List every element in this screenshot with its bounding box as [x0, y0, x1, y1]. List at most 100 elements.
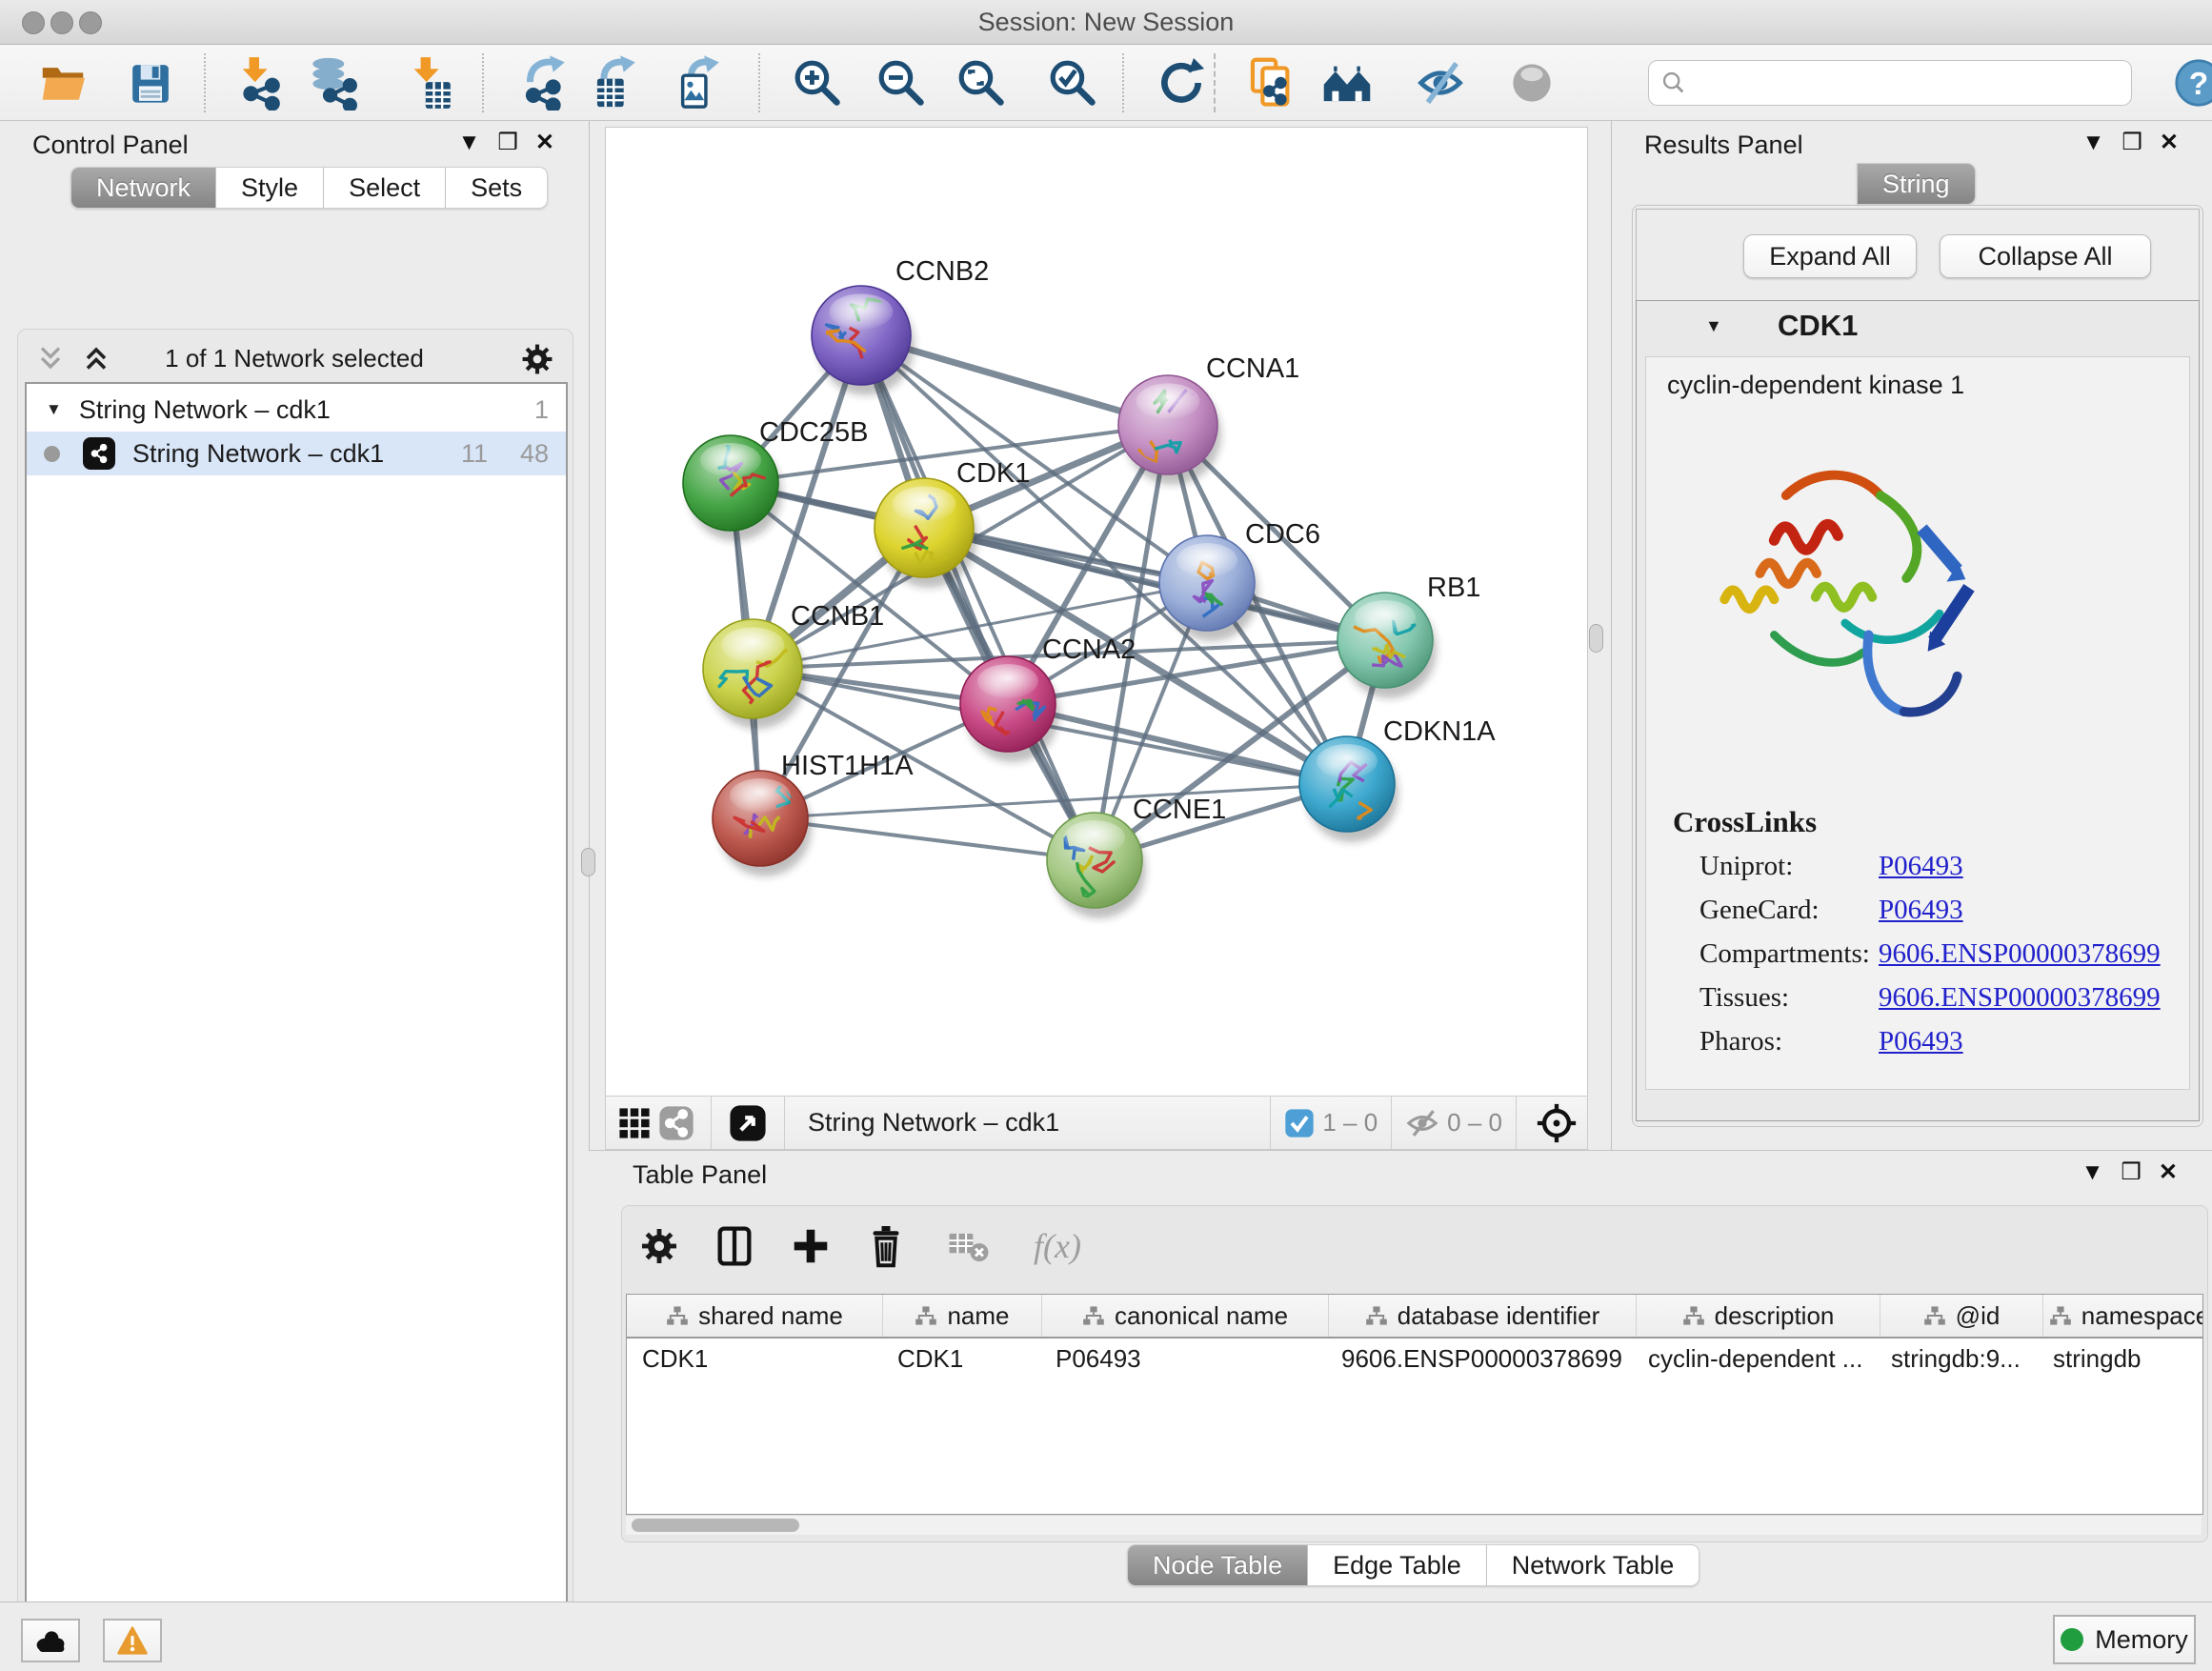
results-panel-menu-icon[interactable]: ▼: [2082, 130, 2122, 155]
column-header-name[interactable]: name: [883, 1295, 1042, 1337]
delete-table-icon[interactable]: [948, 1228, 990, 1264]
table-cell[interactable]: CDK1: [882, 1339, 1040, 1379]
network-node-CDKN1A[interactable]: [1299, 736, 1398, 842]
network-node-CCNE1[interactable]: [1047, 813, 1146, 918]
control-panel-close-icon[interactable]: ✕: [535, 130, 572, 155]
column-header-description[interactable]: description: [1637, 1295, 1880, 1337]
crosslink-link[interactable]: P06493: [1879, 1026, 1963, 1057]
expand-all-button[interactable]: Expand All: [1743, 234, 1917, 278]
column-header-database-identifier[interactable]: database identifier: [1329, 1295, 1637, 1337]
table-panel-float-icon[interactable]: ❒: [2121, 1159, 2159, 1185]
control-panel-header: Control Panel ▼❒✕: [0, 127, 589, 163]
table-panel-header: Table Panel ▼❒✕: [589, 1157, 2212, 1193]
zoom-out-icon[interactable]: [876, 55, 926, 111]
vertical-splitter-handle[interactable]: [581, 848, 595, 876]
collapse-all-button[interactable]: Collapse All: [1940, 234, 2151, 278]
refresh-icon[interactable]: [1156, 55, 1206, 111]
delete-column-trash-icon[interactable]: [866, 1223, 906, 1269]
network-collection-row[interactable]: ▼ String Network – cdk1 1: [27, 388, 566, 432]
import-table-file-icon[interactable]: [406, 55, 455, 111]
column-header--id[interactable]: @id: [1880, 1295, 2043, 1337]
network-node-CCNB2[interactable]: [812, 286, 915, 395]
tab-style[interactable]: Style: [216, 167, 324, 209]
zoom-fit-icon[interactable]: [956, 55, 1006, 111]
network-view[interactable]: CCNB2CCNA1CDC25BCDK1CDC6RB1CCNB1CCNA2CDK…: [605, 127, 1588, 1097]
control-panel-float-icon[interactable]: ❒: [497, 130, 535, 155]
fit-content-crosshair-icon[interactable]: [1530, 1096, 1583, 1151]
warning-status-button[interactable]: [103, 1619, 162, 1662]
network-node-CDC25B[interactable]: [683, 435, 782, 541]
new-network-from-selection-icon[interactable]: [1246, 55, 1296, 111]
export-table-icon[interactable]: [591, 55, 640, 111]
help-icon[interactable]: ?: [2174, 55, 2212, 111]
crosslink-link[interactable]: 9606.ENSP00000378699: [1879, 982, 2161, 1014]
cloud-status-button[interactable]: [21, 1619, 80, 1662]
hide-selected-icon[interactable]: [1416, 55, 1465, 111]
tab-select[interactable]: Select: [324, 167, 446, 209]
network-node-CDK1[interactable]: [875, 478, 977, 588]
toolbar-separator: [482, 53, 484, 112]
select-columns-icon[interactable]: [714, 1224, 755, 1268]
column-header-canonical-name[interactable]: canonical name: [1042, 1295, 1329, 1337]
network-canvas[interactable]: CCNB2CCNA1CDC25BCDK1CDC6RB1CCNB1CCNA2CDK…: [606, 128, 1587, 1096]
network-node-RB1[interactable]: [1337, 593, 1437, 698]
network-current-dot-icon: [44, 446, 60, 462]
zoom-selected-icon[interactable]: [1048, 55, 1097, 111]
grid-view-icon[interactable]: [613, 1096, 655, 1151]
table-cell[interactable]: cyclin-dependent ...: [1633, 1339, 1876, 1379]
open-session-icon[interactable]: [38, 55, 88, 111]
table-cell[interactable]: stringdb:9...: [1876, 1339, 2038, 1379]
scrollbar-thumb[interactable]: [632, 1519, 799, 1532]
tab-edge-table[interactable]: Edge Table: [1308, 1544, 1487, 1586]
import-network-file-icon[interactable]: [234, 55, 284, 111]
table-cell[interactable]: CDK1: [627, 1339, 882, 1379]
vertical-splitter-handle[interactable]: [1589, 624, 1603, 653]
collection-expander-icon[interactable]: ▼: [46, 400, 62, 419]
table-settings-gear-icon[interactable]: [639, 1226, 679, 1266]
tab-string[interactable]: String: [1857, 163, 1976, 205]
birds-eye-view-icon[interactable]: [725, 1096, 771, 1151]
table-row[interactable]: CDK1CDK1P064939606.ENSP00000378699cyclin…: [627, 1339, 2202, 1379]
table-panel-close-icon[interactable]: ✕: [2159, 1159, 2195, 1185]
save-session-icon[interactable]: [126, 55, 175, 111]
column-header-namespace[interactable]: namespace: [2043, 1295, 2203, 1337]
tab-network[interactable]: Network: [70, 167, 216, 209]
export-network-icon[interactable]: [520, 55, 570, 111]
column-header-shared-name[interactable]: shared name: [627, 1295, 883, 1337]
search-input[interactable]: [1687, 69, 2101, 97]
crosslink-link[interactable]: P06493: [1879, 895, 1963, 926]
crosslink-link[interactable]: P06493: [1879, 851, 1963, 882]
search-field[interactable]: [1648, 60, 2132, 106]
export-image-icon[interactable]: [674, 55, 724, 111]
node-section-header[interactable]: ▼ CDK1: [1637, 301, 2199, 354]
control-panel-menu-icon[interactable]: ▼: [458, 130, 498, 155]
column-header-label: name: [947, 1301, 1009, 1331]
string-style-icon[interactable]: [655, 1096, 697, 1151]
results-panel-float-icon[interactable]: ❒: [2122, 130, 2160, 155]
import-network-database-icon[interactable]: [309, 55, 358, 111]
network-node-HIST1H1A[interactable]: [713, 771, 812, 876]
table-panel-menu-icon[interactable]: ▼: [2081, 1159, 2122, 1185]
table-cell[interactable]: P06493: [1040, 1339, 1326, 1379]
node-table[interactable]: shared name name canonical namedatabase id…: [626, 1294, 2203, 1515]
table-cell[interactable]: 9606.ENSP00000378699: [1326, 1339, 1633, 1379]
table-horizontal-scrollbar[interactable]: [626, 1515, 2202, 1535]
tab-network-table[interactable]: Network Table: [1487, 1544, 1700, 1586]
network-node-CCNA2[interactable]: [960, 656, 1059, 762]
section-expander-icon[interactable]: ▼: [1705, 316, 1722, 336]
network-edge-CCNB2-CCNE1[interactable]: [861, 335, 1095, 860]
table-cell[interactable]: stringdb: [2038, 1339, 2203, 1379]
group-nodes-icon[interactable]: [1322, 55, 1372, 111]
memory-button[interactable]: Memory: [2053, 1615, 2196, 1664]
crosslink-link[interactable]: 9606.ENSP00000378699: [1879, 938, 2161, 970]
network-node-CCNA1[interactable]: [1118, 374, 1221, 485]
network-row-selected[interactable]: String Network – cdk1 11 48: [27, 432, 566, 475]
tab-sets[interactable]: Sets: [446, 167, 548, 209]
add-column-icon[interactable]: [790, 1225, 832, 1267]
network-options-gear-icon[interactable]: [520, 342, 554, 376]
show-all-icon[interactable]: [1507, 55, 1557, 111]
tab-node-table[interactable]: Node Table: [1127, 1544, 1308, 1586]
results-panel-close-icon[interactable]: ✕: [2160, 130, 2196, 155]
function-builder-icon[interactable]: f(x): [1034, 1226, 1081, 1266]
zoom-in-icon[interactable]: [793, 55, 842, 111]
